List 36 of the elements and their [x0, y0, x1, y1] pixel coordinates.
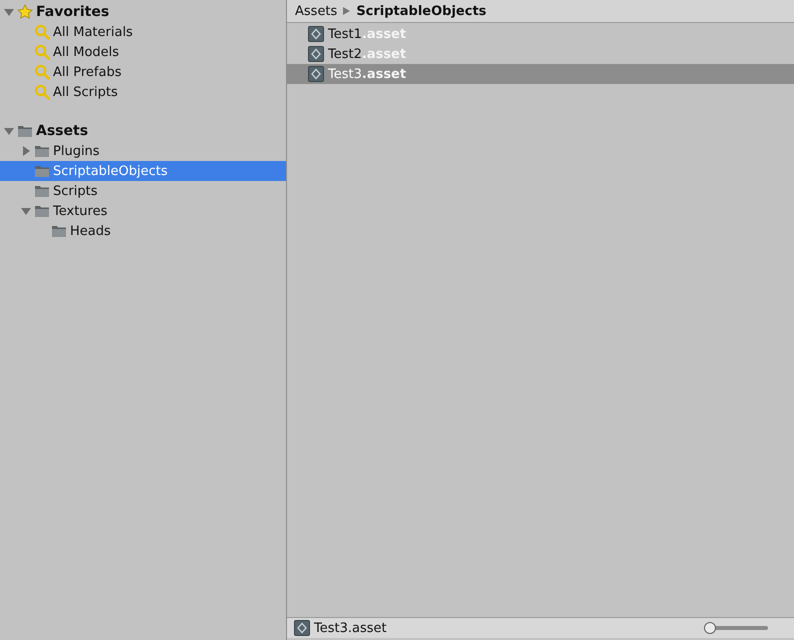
slider-thumb[interactable]: [704, 622, 716, 634]
search-icon: [34, 44, 50, 60]
tree-item[interactable]: Textures: [0, 201, 286, 221]
asset-icon: [308, 46, 324, 62]
tree-item[interactable]: Plugins: [0, 141, 286, 161]
tree-item[interactable]: All Models: [0, 42, 286, 62]
search-icon: [34, 24, 50, 40]
star-icon: [17, 4, 33, 20]
asset-icon: [294, 620, 310, 636]
asset-icon: [308, 26, 324, 42]
breadcrumb-item[interactable]: ScriptableObjects: [356, 4, 486, 18]
tree-item[interactable]: ScriptableObjects: [0, 161, 286, 181]
expand-arrow-icon[interactable]: [4, 126, 14, 136]
zoom-slider[interactable]: [704, 622, 768, 634]
expand-arrow-icon[interactable]: [21, 146, 31, 156]
tree-item[interactable]: Assets: [0, 121, 286, 141]
folder-icon: [34, 163, 50, 179]
tree-item[interactable]: All Materials: [0, 22, 286, 42]
asset-icon: [308, 66, 324, 82]
search-icon: [34, 64, 50, 80]
folder-icon: [34, 203, 50, 219]
folder-icon: [34, 143, 50, 159]
folder-icon: [34, 183, 50, 199]
folder-icon: [17, 123, 33, 139]
expand-arrow-icon[interactable]: [21, 206, 31, 216]
expand-arrow-icon[interactable]: [4, 7, 14, 17]
breadcrumb-item[interactable]: Assets: [295, 4, 338, 18]
breadcrumb-arrow-icon: [343, 7, 350, 15]
tree-item[interactable]: All Prefabs: [0, 62, 286, 82]
search-icon: [34, 84, 50, 100]
tree-item[interactable]: All Scripts: [0, 82, 286, 102]
tree-item[interactable]: Favorites: [0, 2, 286, 22]
tree-item[interactable]: Heads: [0, 221, 286, 241]
selected-file-name: Test3.asset: [314, 620, 388, 636]
tree-item[interactable]: Scripts: [0, 181, 286, 201]
folder-icon: [51, 223, 67, 239]
